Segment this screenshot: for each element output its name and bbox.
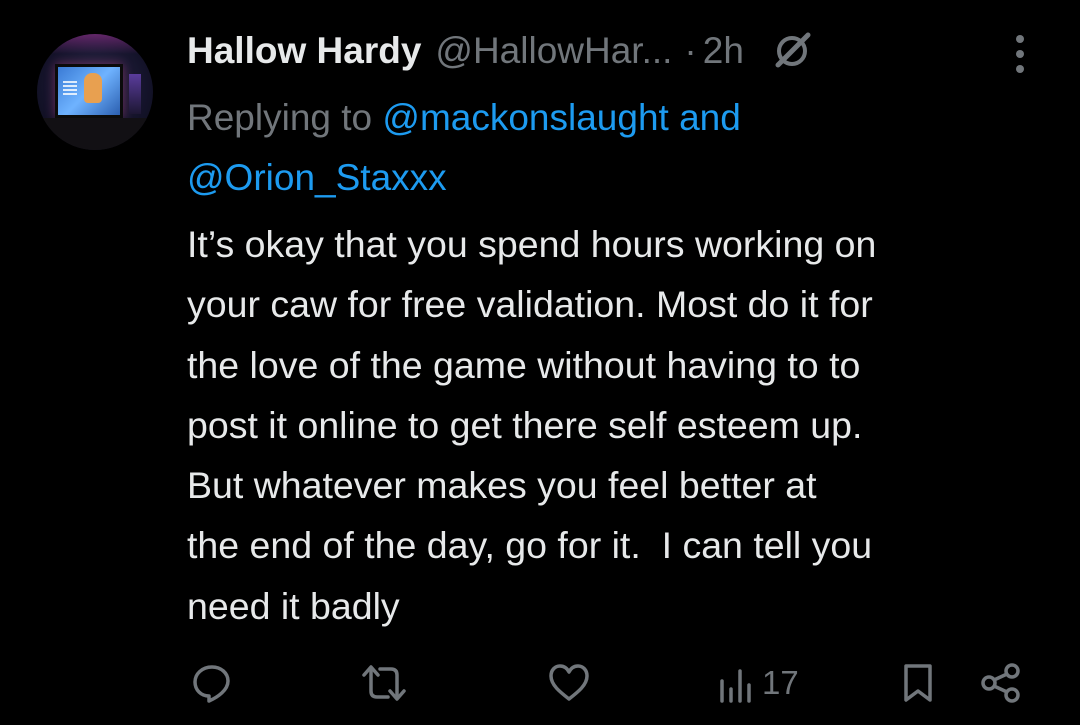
share-icon [981,663,1020,703]
tweet-body: It’s okay that you spend hours working o… [187,214,1057,636]
avatar-tv [55,64,123,118]
author-handle[interactable]: @HallowHar... [435,30,672,72]
views-icon [720,669,751,703]
more-options-svg [1016,35,1024,73]
more-options-icon[interactable] [1008,32,1032,76]
tweet-header: Hallow Hardy @HallowHar... · 2h [187,26,812,76]
like-button[interactable] [546,655,592,711]
like-icon [549,664,589,701]
reply-icon [193,665,230,703]
grok-icon[interactable] [772,31,812,71]
replying-and: and [668,97,741,138]
grok-icon-svg [775,32,811,68]
bookmark-icon [904,664,932,702]
avatar-tv-text [63,81,77,95]
replying-prefix: Replying to [187,97,383,138]
reply-button[interactable] [190,655,234,711]
bookmark-button[interactable] [898,655,938,711]
retweet-button[interactable] [358,655,410,711]
tweet: Hallow Hardy @HallowHar... · 2h Replying… [0,0,1080,725]
tweet-body-line: post it online to get there self esteem … [187,403,863,446]
tweet-body-line: It’s okay that you spend hours working o… [187,223,877,265]
retweet-icon [362,665,406,701]
share-button[interactable] [978,655,1024,711]
tweet-body-line: But whatever makes you feel better at [187,464,817,507]
avatar-lamp [129,74,141,114]
avatar-glow [37,34,153,54]
author-name[interactable]: Hallow Hardy [187,30,421,72]
replying-to: Replying to @mackonslaught and @Orion_Sta… [187,88,1047,208]
tweet-body-line: your caw for free validation. Most do it… [187,283,873,326]
views-count: 17 [762,664,799,701]
views-button[interactable]: 17 [716,655,799,711]
tweet-body-line: need it badly [187,584,400,627]
tweet-body-line: the love of the game without having to t… [187,343,861,386]
action-bar: 17 [0,655,1080,715]
mention-mackonslaught[interactable]: @mackonslaught [382,97,668,138]
avatar-tv-figure [84,73,102,103]
avatar[interactable] [37,34,153,150]
separator-dot: · [684,30,697,71]
mention-orion-staxxx[interactable]: @Orion_Staxxx [187,157,447,198]
tweet-body-line: the end of the day, go for it. I can tel… [187,524,873,567]
avatar-desk [37,118,153,150]
tweet-time[interactable]: 2h [703,30,744,72]
